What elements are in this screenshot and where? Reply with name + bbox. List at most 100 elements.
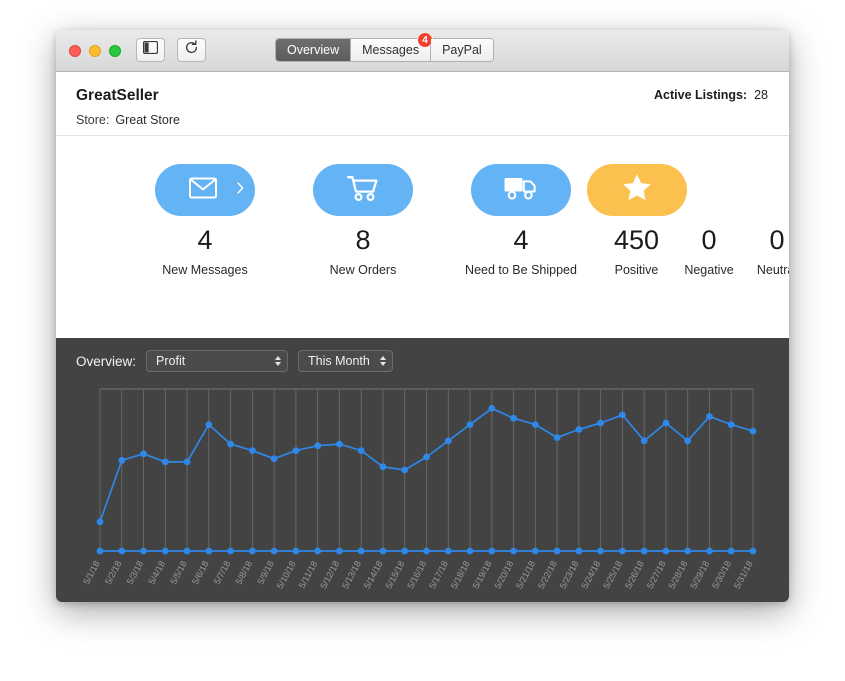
need-shipped-pill[interactable] [471,164,571,216]
data-point [423,454,430,461]
screen: Overview Messages 4 PayPal GreatSeller S… [0,0,845,681]
x-axis-label: 5/1/18 [81,559,102,586]
sidebar-toggle-icon [143,41,158,59]
stats-row: 4 New Messages 8 [56,136,789,336]
data-point [162,548,169,555]
active-listings: Active Listings: 28 [654,88,768,102]
x-axis-label: 5/2/18 [103,559,124,586]
data-point [358,548,365,555]
store-label: Store: [76,113,109,127]
period-select-value: This Month [308,354,370,368]
data-point [205,421,212,428]
data-point [619,412,626,419]
data-point [488,405,495,412]
x-axis-label: 5/22/18 [536,559,559,590]
reload-icon [184,40,199,60]
data-point [619,548,626,555]
seller-header: GreatSeller Store: Great Store Active Lis… [56,72,789,136]
sidebar-toggle-button[interactable] [136,38,165,62]
active-listings-label: Active Listings: [654,88,747,102]
new-messages-pill[interactable] [155,164,255,216]
data-point [576,548,583,555]
data-point [750,428,757,435]
data-point [641,437,648,444]
data-point [380,463,387,470]
data-point [684,437,691,444]
data-point [271,455,278,462]
tab-paypal[interactable]: PayPal [431,39,493,61]
data-point [510,415,517,422]
x-axis-label: 5/10/18 [275,559,298,590]
data-point [271,548,278,555]
neutral-value: 0 [701,226,789,254]
tab-paypal-label: PayPal [442,43,482,57]
data-point [401,548,408,555]
x-axis-label: 5/25/18 [601,559,624,590]
x-axis-label: 5/7/18 [212,559,233,586]
x-axis-label: 5/28/18 [667,559,690,590]
x-axis-label: 5/8/18 [234,559,255,586]
data-point [358,447,365,454]
data-point [162,459,169,466]
x-axis-label: 5/11/18 [297,559,320,590]
data-point [184,548,191,555]
profit-line-chart[interactable]: 5/1/185/2/185/3/185/4/185/5/185/6/185/7/… [56,383,789,602]
chevron-right-icon [237,181,244,199]
chevron-updown-icon [380,356,386,366]
seller-name: GreatSeller [76,87,159,105]
data-point [205,548,212,555]
data-point [380,548,387,555]
data-point [684,548,691,555]
summary-panel: GreatSeller Store: Great Store Active Lis… [56,72,789,338]
x-axis-label: 5/3/18 [125,559,146,586]
tab-messages[interactable]: Messages 4 [351,39,431,61]
x-axis-label: 5/12/18 [318,559,341,590]
store-value: Great Store [115,113,180,127]
data-point [140,450,147,457]
feedback-pill[interactable] [587,164,687,216]
x-axis-label: 5/29/18 [688,559,711,590]
traffic-lights [69,45,121,57]
shopping-cart-icon [346,174,380,207]
star-icon [622,173,652,207]
data-point [467,548,474,555]
close-window-button[interactable] [69,45,81,57]
tab-bar: Overview Messages 4 PayPal [275,38,494,62]
x-axis-label: 5/5/18 [168,559,189,586]
stat-neutral[interactable]: 0 Neutral [701,226,789,277]
data-point [249,548,256,555]
window-titlebar: Overview Messages 4 PayPal [56,30,789,72]
data-point [467,421,474,428]
tab-overview[interactable]: Overview [276,39,351,61]
data-point [293,447,300,454]
overview-label: Overview: [76,354,136,369]
reload-button[interactable] [177,38,206,62]
chart-controls: Overview: Profit This Month [76,350,393,372]
data-point [445,437,452,444]
data-point [314,548,321,555]
data-point [118,457,125,464]
store-line: Store: Great Store [76,113,180,127]
data-point [663,548,670,555]
data-point [445,548,452,555]
data-point [488,548,495,555]
data-point [184,459,191,466]
x-axis-label: 5/30/18 [710,559,733,590]
minimize-window-button[interactable] [89,45,101,57]
envelope-icon [189,176,221,205]
zoom-window-button[interactable] [109,45,121,57]
data-point [706,548,713,555]
data-point [728,548,735,555]
x-axis-label: 5/6/18 [190,559,211,586]
new-orders-pill[interactable] [313,164,413,216]
metric-select[interactable]: Profit [146,350,288,372]
chart-svg: 5/1/185/2/185/3/185/4/185/5/185/6/185/7/… [56,383,789,602]
period-select[interactable]: This Month [298,350,393,372]
x-axis-label: 5/21/18 [514,559,537,590]
x-axis-label: 5/15/18 [384,559,407,590]
data-point [227,548,234,555]
x-axis-label: 5/27/18 [645,559,668,590]
data-point [227,441,234,448]
active-listings-value: 28 [754,88,768,102]
data-point [576,426,583,433]
